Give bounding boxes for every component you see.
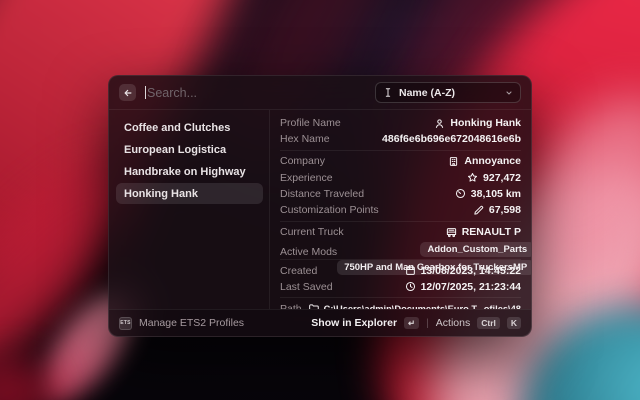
- group-divider: [280, 150, 521, 151]
- clock-icon: [405, 281, 416, 292]
- profile-name-value: Honking Hank: [450, 117, 521, 129]
- k-key-badge: K: [507, 317, 521, 329]
- detail-row-active-mods: Active Mods Addon_Custom_Parts 750HP and…: [280, 240, 521, 256]
- footer-separator: |: [426, 318, 429, 329]
- hex-name-value: 486f6e6b696e672048616e6b: [382, 133, 521, 145]
- dialog-header: Name (A-Z): [109, 76, 531, 109]
- desktop-screen: Name (A-Z) Coffee and Clutches European …: [0, 0, 640, 400]
- gauge-icon: [455, 188, 466, 199]
- detail-row-customization: Customization Points 67,598: [280, 202, 521, 218]
- last-saved-value: 12/07/2025, 21:23:44: [421, 281, 521, 293]
- detail-row-hex-name: Hex Name 486f6e6b696e672048616e6b: [280, 131, 521, 147]
- distance-value: 38,105 km: [471, 188, 521, 200]
- star-icon: [467, 172, 478, 183]
- sort-dropdown[interactable]: Name (A-Z): [375, 82, 521, 103]
- sort-label: Name (A-Z): [399, 87, 455, 99]
- profiles-list: Coffee and Clutches European Logistica H…: [109, 110, 269, 309]
- detail-row-created: Created 13/08/2023, 14:45:22: [280, 263, 521, 279]
- detail-row-experience: Experience 927,472: [280, 170, 521, 186]
- group-divider: [280, 221, 521, 222]
- group-divider: [280, 259, 521, 260]
- search-field[interactable]: [145, 86, 366, 100]
- user-icon: [434, 118, 445, 129]
- building-icon: [448, 156, 459, 167]
- actions-button[interactable]: Actions: [436, 317, 470, 329]
- detail-row-current-truck: Current Truck RENAULT P: [280, 224, 521, 240]
- profile-list-item[interactable]: Handbrake on Highway: [116, 161, 263, 182]
- profile-manager-dialog: Name (A-Z) Coffee and Clutches European …: [108, 75, 532, 337]
- customization-value: 67,598: [489, 204, 521, 216]
- profile-list-item-selected[interactable]: Honking Hank: [116, 183, 263, 204]
- back-button[interactable]: [119, 84, 136, 101]
- calendar-icon: [405, 265, 416, 276]
- chevron-down-icon: [505, 89, 513, 97]
- experience-value: 927,472: [483, 172, 521, 184]
- profile-list-item[interactable]: European Logistica: [116, 139, 263, 160]
- current-truck-value: RENAULT P: [462, 226, 521, 238]
- footer-app-label: Manage ETS2 Profiles: [139, 317, 244, 329]
- created-value: 13/08/2023, 14:45:22: [421, 265, 521, 277]
- dialog-footer: ETS Manage ETS2 Profiles Show in Explore…: [109, 309, 531, 336]
- arrow-left-icon: [123, 88, 133, 98]
- truck-icon: [446, 227, 457, 238]
- detail-row-company: Company Annoyance: [280, 153, 521, 169]
- detail-row-last-saved: Last Saved 12/07/2025, 21:23:44: [280, 279, 521, 295]
- ets2-app-icon: ETS: [119, 317, 132, 330]
- detail-row-profile-name: Profile Name Honking Hank: [280, 115, 521, 131]
- mod-chip: Addon_Custom_Parts: [420, 242, 531, 257]
- group-divider: [280, 297, 521, 298]
- text-caret: [145, 86, 146, 99]
- profile-details-panel: Profile Name Honking Hank Hex Name 486f6…: [270, 110, 531, 309]
- ctrl-key-badge: Ctrl: [477, 317, 500, 329]
- detail-row-path: Path C:\Users\admin\Documents\Euro T...o…: [280, 301, 521, 309]
- profile-list-item[interactable]: Coffee and Clutches: [116, 117, 263, 138]
- text-cursor-icon: [383, 87, 393, 98]
- search-input[interactable]: [147, 86, 366, 100]
- enter-key-badge: ↵: [404, 317, 419, 329]
- pencil-icon: [473, 205, 484, 216]
- detail-row-distance: Distance Traveled 38,105 km: [280, 186, 521, 202]
- company-value: Annoyance: [464, 155, 521, 167]
- show-in-explorer-button[interactable]: Show in Explorer: [311, 317, 397, 329]
